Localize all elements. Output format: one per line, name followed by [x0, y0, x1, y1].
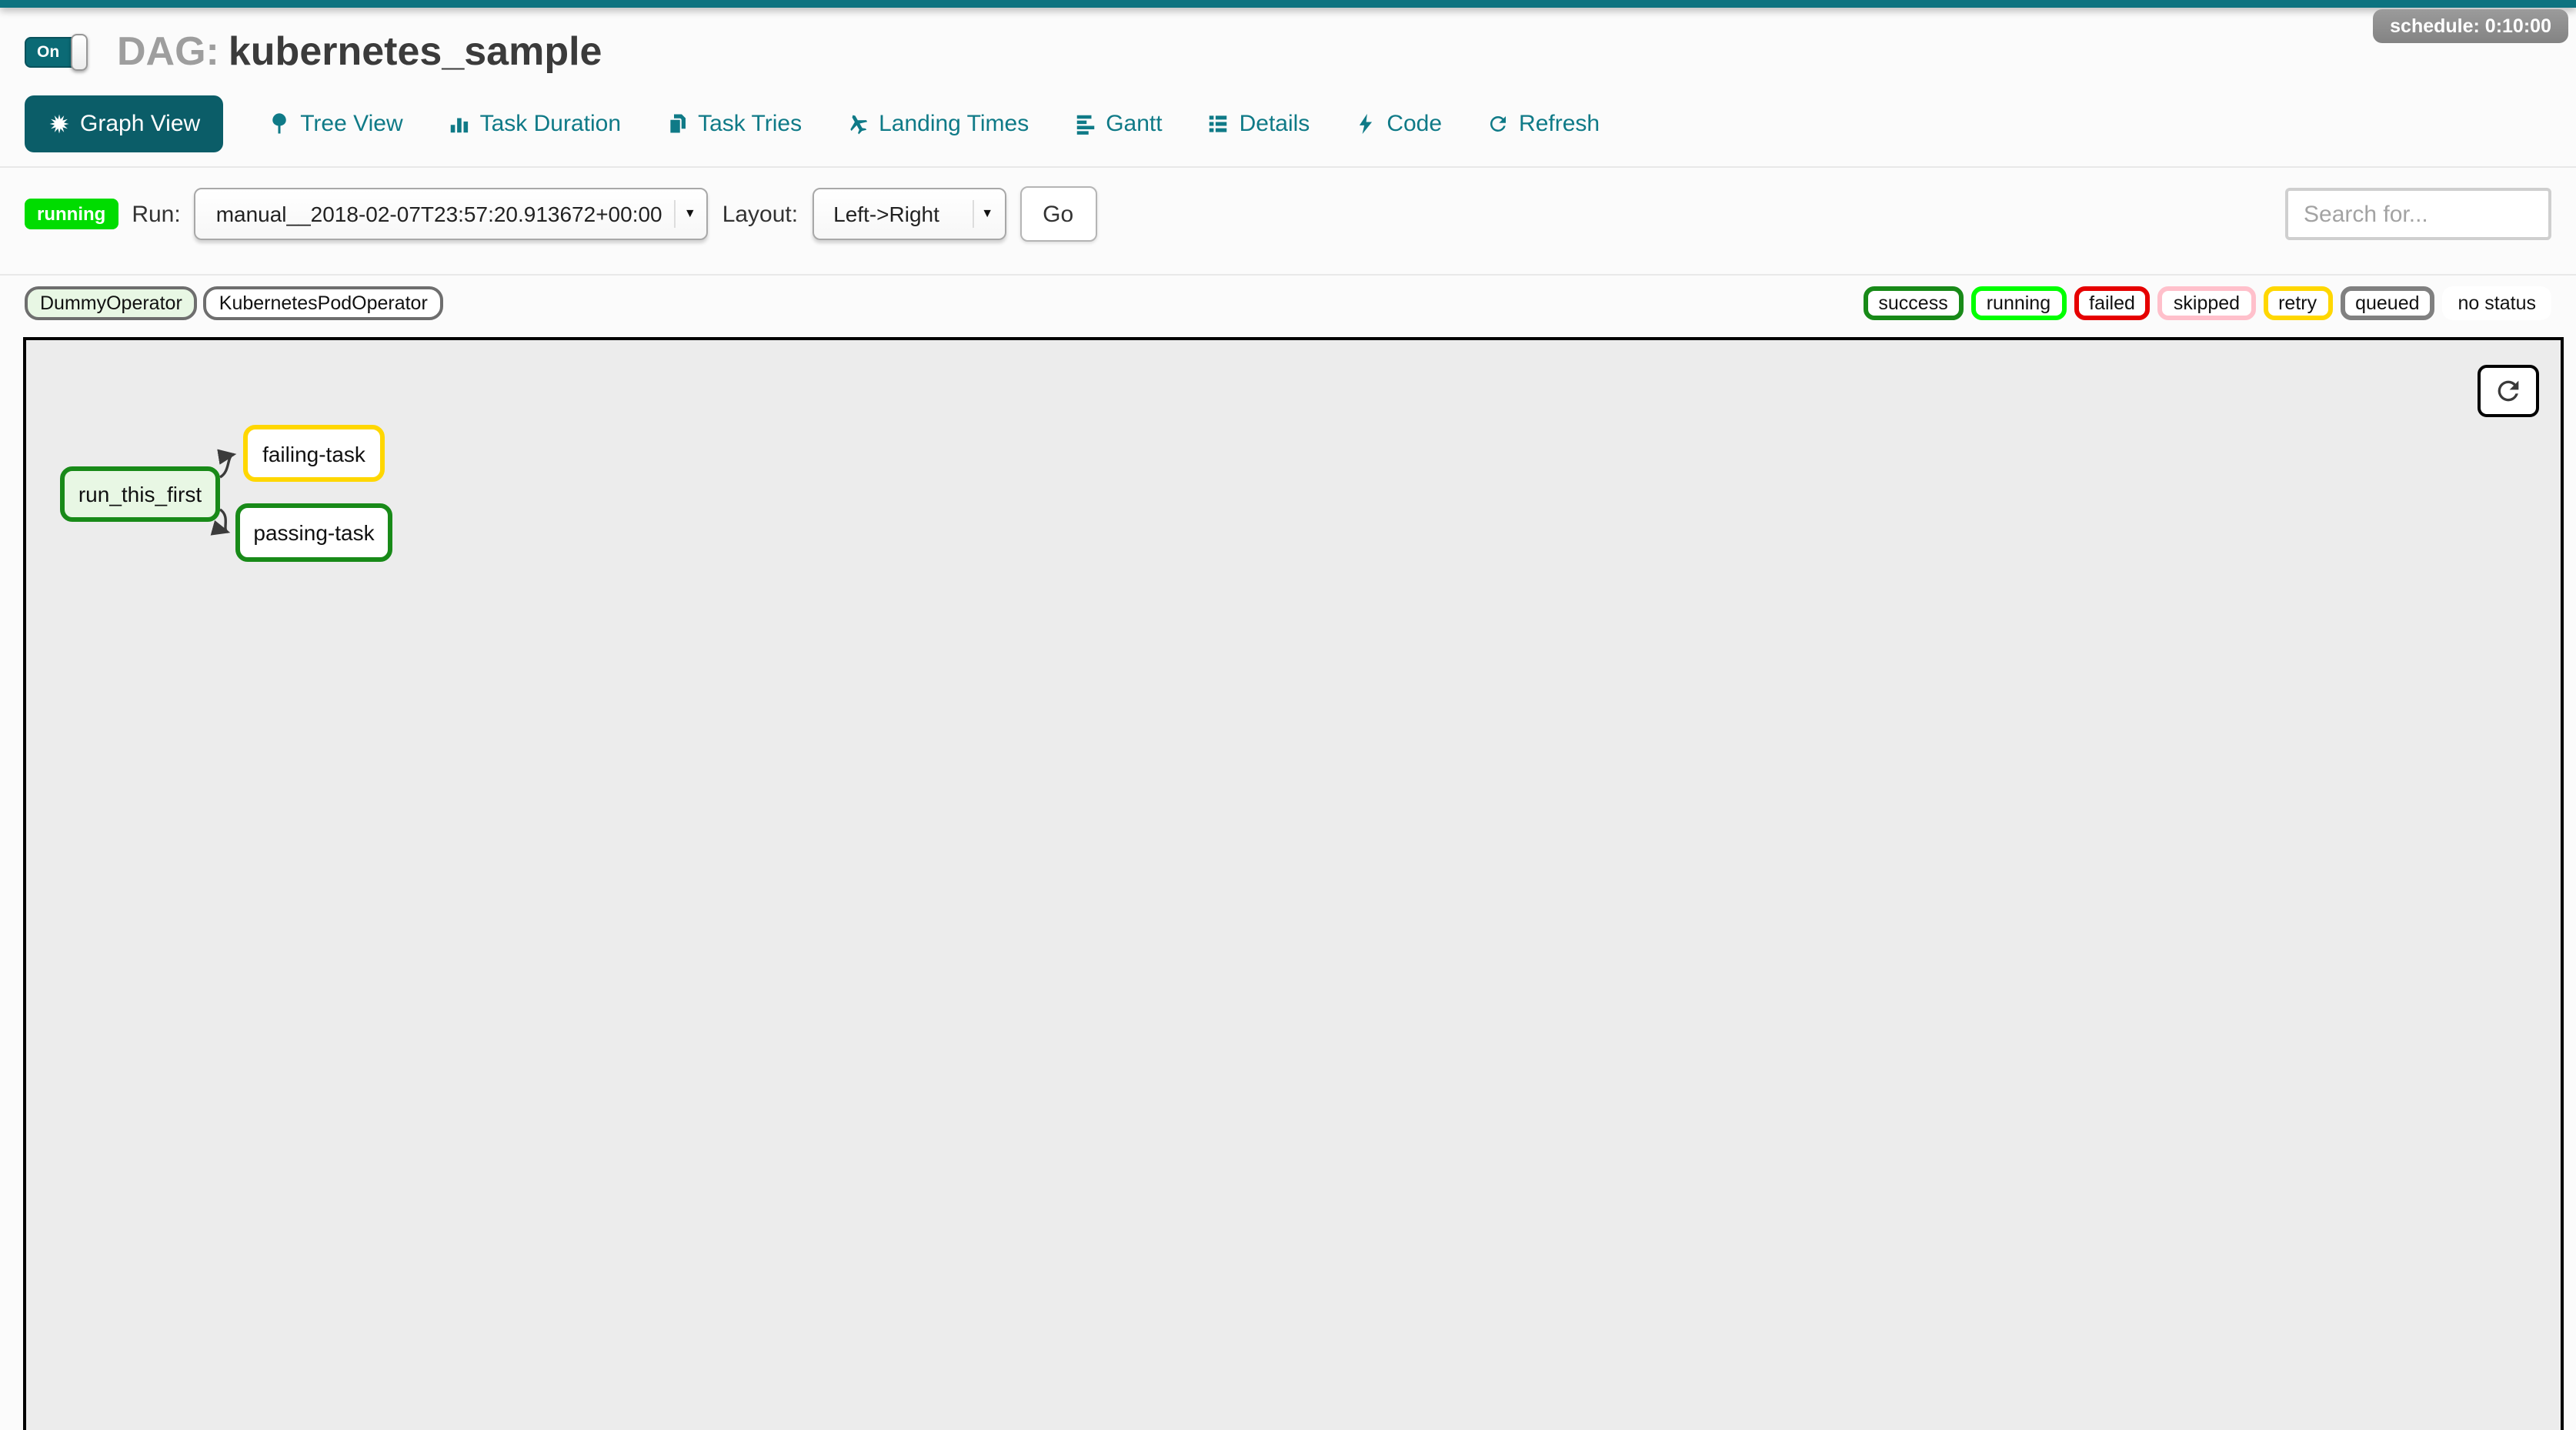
legend-no-status: no status [2443, 286, 2551, 320]
tab-gantt[interactable]: Gantt [1073, 95, 1162, 152]
refresh-icon [1487, 112, 1510, 135]
tab-label: Code [1386, 111, 1442, 137]
burst-icon [48, 112, 71, 135]
tab-label: Task Duration [480, 111, 621, 137]
legend-skipped: skipped [2158, 286, 2255, 320]
run-controls-bar: running Run: manual__2018-02-07T23:57:20… [0, 168, 2576, 260]
task-node-run-this-first[interactable]: run_this_first [60, 466, 220, 522]
chevron-down-icon: ▼ [675, 200, 701, 228]
tab-code[interactable]: Code [1354, 95, 1442, 152]
legend-running: running [1971, 286, 2066, 320]
bar-chart-icon [448, 112, 471, 135]
operator-pill-kubernetespod: KubernetesPodOperator [204, 286, 443, 320]
go-button[interactable]: Go [1019, 186, 1096, 242]
layout-select-value: Left->Right [833, 202, 939, 226]
align-left-icon [1073, 112, 1096, 135]
tab-refresh[interactable]: Refresh [1487, 95, 1600, 152]
dag-name: kubernetes_sample [229, 28, 602, 74]
layout-label: Layout: [722, 201, 798, 227]
plane-icon [846, 112, 869, 135]
dag-graph-canvas[interactable]: run_this_first failing-task passing-task [23, 337, 2564, 1430]
run-status-badge: running [25, 199, 118, 229]
dag-pause-toggle[interactable]: On [25, 36, 97, 67]
dag-title-prefix: DAG: [117, 28, 219, 74]
dag-toggle-knob[interactable] [71, 33, 88, 70]
schedule-badge: schedule: 0:10:00 [2373, 9, 2568, 43]
tab-task-duration[interactable]: Task Duration [448, 95, 621, 152]
state-legend: success running failed skipped retry que… [1863, 286, 2551, 320]
tab-graph-view[interactable]: Graph View [25, 95, 223, 152]
copy-icon [666, 112, 689, 135]
page-title: DAG:kubernetes_sample [117, 28, 602, 75]
legend-success: success [1863, 286, 1963, 320]
edge-run-to-passing [220, 510, 228, 532]
top-navbar-strip [0, 0, 2576, 8]
tab-label: Refresh [1519, 111, 1600, 137]
tab-tree-view[interactable]: Tree View [268, 95, 402, 152]
dag-edges [26, 340, 2564, 1430]
legend-row: DummyOperator KubernetesPodOperator succ… [0, 276, 2576, 332]
tab-label: Tree View [300, 111, 402, 137]
graph-refresh-button[interactable] [2478, 365, 2539, 417]
refresh-icon [2493, 376, 2524, 406]
task-node-failing-task[interactable]: failing-task [243, 425, 385, 482]
tab-label: Graph View [80, 111, 200, 137]
operator-pill-dummy: DummyOperator [25, 286, 198, 320]
chevron-down-icon: ▼ [972, 200, 998, 228]
run-label: Run: [132, 201, 180, 227]
tab-label: Gantt [1106, 111, 1162, 137]
tree-icon [268, 112, 291, 135]
airflow-graph-view-page: schedule: 0:10:00 On DAG:kubernetes_samp… [0, 0, 2576, 1430]
dag-header: On DAG:kubernetes_sample Graph View Tree… [0, 8, 2576, 152]
task-node-passing-task[interactable]: passing-task [235, 503, 392, 562]
legend-retry: retry [2263, 286, 2332, 320]
view-tabs: Graph View Tree View Task Duration Task … [25, 95, 2551, 152]
tab-label: Landing Times [879, 111, 1029, 137]
dag-title-row: On DAG:kubernetes_sample [25, 28, 2551, 75]
tab-label: Details [1240, 111, 1310, 137]
edge-run-to-failing [220, 454, 234, 477]
list-icon [1207, 112, 1230, 135]
legend-queued: queued [2340, 286, 2434, 320]
tab-label: Task Tries [698, 111, 802, 137]
tab-task-tries[interactable]: Task Tries [666, 95, 802, 152]
run-select-value: manual__2018-02-07T23:57:20.913672+00:00 [216, 202, 662, 226]
run-select[interactable]: manual__2018-02-07T23:57:20.913672+00:00… [195, 188, 709, 240]
bolt-icon [1354, 112, 1377, 135]
search-input[interactable] [2285, 188, 2551, 240]
tab-details[interactable]: Details [1207, 95, 1310, 152]
legend-failed: failed [2074, 286, 2151, 320]
tab-landing-times[interactable]: Landing Times [846, 95, 1029, 152]
layout-select[interactable]: Left->Right ▼ [812, 188, 1006, 240]
